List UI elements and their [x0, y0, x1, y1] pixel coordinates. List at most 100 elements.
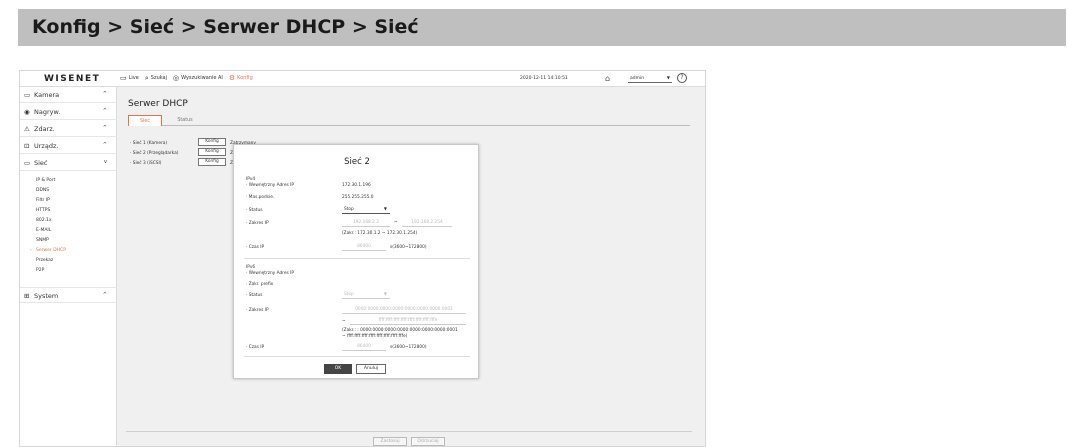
- ipv6-prefix-label: · Zakr. prefix: [246, 282, 274, 287]
- nav-search[interactable]: ⌕ Szukaj: [145, 74, 167, 81]
- network-1-config-button[interactable]: Konfig: [198, 138, 226, 146]
- ipv6-lease-input[interactable]: 86400: [342, 343, 386, 351]
- ipv4-mask-value: 255.255.255.0: [342, 195, 374, 200]
- sidebar-subitem[interactable]: IP & Port: [36, 178, 55, 183]
- network-3-label: · Sieć 3 (iSCSI): [130, 161, 162, 166]
- ipv4-lease-note: s(3600~172800): [390, 245, 427, 250]
- ipv4-section-label: IPv4: [246, 177, 256, 182]
- sidebar-item-camera[interactable]: ▭ Kamera ^: [20, 87, 117, 103]
- caret-down-icon: ▼: [383, 291, 387, 296]
- ipv4-mask-label: · Mas.podsie.: [246, 195, 275, 200]
- range-separator: ~: [342, 319, 346, 324]
- ipv6-range-note-2: ~ ffff:ffff:ffff:ffff:ffff:ffff:ffff:fff…: [342, 334, 408, 339]
- range-separator: ~: [394, 220, 398, 225]
- sidebar-subitem[interactable]: Przekaz: [36, 258, 53, 263]
- select-value: Stop: [344, 292, 354, 297]
- sidebar-item-network[interactable]: ▭ Sieć v: [20, 155, 117, 171]
- gear-icon: ⚙: [228, 73, 236, 82]
- device-icon: ⊡: [24, 142, 30, 150]
- notification-icon[interactable]: ⌂: [605, 74, 610, 83]
- caret-down-icon: ▼: [383, 206, 387, 211]
- network-icon: ▭: [24, 159, 31, 167]
- page-title: Serwer DHCP: [128, 99, 188, 109]
- ipv4-lease-input[interactable]: 86400: [342, 243, 386, 251]
- apply-button[interactable]: Zastosuj: [373, 437, 407, 446]
- nav-live[interactable]: ▭ Live: [120, 73, 139, 82]
- nav-config[interactable]: ⚙ Konfig: [228, 73, 253, 82]
- sidebar-item-recording[interactable]: ◉ Nagryw. ^: [20, 104, 117, 120]
- network-label: Sieć 3 (iSCSI): [132, 161, 162, 166]
- label-text: Zakres IP: [248, 221, 269, 226]
- event-icon: ⚠: [24, 125, 30, 133]
- label-text: Czas IP: [248, 345, 265, 350]
- sidebar-subitem[interactable]: E-MAIL: [36, 228, 51, 233]
- user-name: admin: [630, 76, 645, 81]
- label-text: Wewnętrzny Adres IP: [248, 271, 294, 276]
- sidebar-item-label: Nagryw.: [34, 108, 61, 116]
- sidebar-item-system[interactable]: ⊞ System ^: [20, 287, 117, 303]
- sidebar-item-event[interactable]: ⚠ Zdarz. ^: [20, 121, 117, 137]
- sidebar-item-label: Kamera: [34, 91, 60, 99]
- ipv6-range-to-input[interactable]: ffff:ffff:ffff:ffff:ffff:ffff:ffff:fffe: [350, 317, 466, 325]
- ipv4-range-to-input[interactable]: 192.168.2.254: [402, 219, 452, 227]
- ipv6-status-label: · Status: [246, 293, 263, 298]
- sidebar: ▭ Kamera ^ ◉ Nagryw. ^ ⚠ Zdarz. ^ ⊡ Urzą…: [20, 87, 117, 446]
- sidebar-subitem[interactable]: SNMP: [36, 238, 49, 243]
- datetime: 2020-12-11 14:10:51: [520, 76, 568, 81]
- ipv4-internal-ip-label: · Wewnętrzny Adres IP: [246, 183, 294, 188]
- ipv6-status-select[interactable]: Stop ▼: [342, 291, 390, 299]
- chevron-up-icon: ^: [102, 125, 107, 131]
- network-3-config-button[interactable]: Konfig: [198, 158, 226, 166]
- network-label: Sieć 1 (Kamera): [132, 141, 168, 146]
- label-text: Zakres IP: [248, 308, 269, 313]
- sidebar-subitem[interactable]: DDNS: [36, 188, 49, 193]
- record-icon: ◉: [24, 108, 30, 116]
- discard-button[interactable]: Odrzuciaj: [411, 437, 445, 446]
- label-text: Czas IP: [248, 245, 265, 250]
- network-2-label: · Sieć 2 (Przeglądarka): [130, 151, 179, 156]
- sidebar-item-label: Sieć: [34, 159, 48, 167]
- caret-down-icon: ▼: [666, 75, 670, 80]
- ipv4-range-label: · Zakres IP: [246, 221, 269, 226]
- wisenet-logo: WISENET: [44, 74, 101, 84]
- sidebar-subitem[interactable]: P2P: [36, 268, 44, 273]
- nvr-screenshot: WISENET ▭ Live ⌕ Szukaj ◎ Wyszukiwanie AI ⚙…: [19, 70, 706, 447]
- cancel-button[interactable]: Anuluj: [356, 364, 386, 374]
- ipv4-status-select[interactable]: Stop ▼: [342, 206, 390, 214]
- label-text: Status: [248, 293, 263, 298]
- top-bar: WISENET ▭ Live ⌕ Szukaj ◎ Wyszukiwanie AI ⚙…: [20, 71, 705, 87]
- monitor-icon: ▭: [120, 73, 127, 82]
- tab-status[interactable]: Status: [170, 115, 200, 126]
- page-heading-banner: Konfig > Sieć > Serwer DHCP > Sieć: [18, 9, 1066, 46]
- ipv4-range-from-input[interactable]: 192.168.2.2: [342, 219, 390, 227]
- sidebar-subitem[interactable]: 802.1x: [36, 218, 52, 223]
- ipv6-range-from-input[interactable]: 0000:0000:0000:0000:0000:0000:0000:0001: [342, 306, 466, 314]
- sidebar-subitem[interactable]: HTTPS: [36, 208, 50, 213]
- page-heading: Konfig > Sieć > Serwer DHCP > Sieć: [32, 16, 419, 38]
- footer-divider: [244, 356, 470, 357]
- chevron-up-icon: ^: [102, 142, 107, 148]
- active-marker-icon: ›: [30, 248, 32, 253]
- sidebar-subitem-dhcp[interactable]: Serwer DHCP: [36, 248, 66, 253]
- user-select[interactable]: admin ▼: [628, 74, 672, 83]
- label-text: Zakr. prefix: [248, 282, 274, 287]
- network-2-config-button[interactable]: Konfig: [198, 148, 226, 156]
- chevron-up-icon: ^: [102, 91, 107, 97]
- ipv4-internal-ip-value: 172.30.1.196: [342, 183, 371, 188]
- system-icon: ⊞: [24, 292, 30, 300]
- ipv6-range-label: · Zakres IP: [246, 308, 269, 313]
- ipv6-lease-note: s(3600~172800): [390, 345, 427, 350]
- label-text: Mas.podsie.: [248, 195, 275, 200]
- nav-config-label: Konfig: [237, 75, 253, 81]
- nav-ai-search[interactable]: ◎ Wyszukiwanie AI: [173, 73, 223, 82]
- sidebar-subitem[interactable]: Filtr IP: [36, 198, 50, 203]
- ipv6-range-note-1: (Zakr.: : 0000:0000:0000:0000:0000:0000:…: [342, 328, 458, 333]
- sidebar-item-device[interactable]: ⊡ Urządz. ^: [20, 138, 117, 154]
- ok-button[interactable]: OK: [324, 364, 352, 374]
- help-icon[interactable]: ?: [677, 73, 687, 83]
- nav-live-label: Live: [128, 75, 139, 81]
- select-value: Stop: [344, 207, 354, 212]
- network-label: Sieć 2 (Przeglądarka): [132, 151, 179, 156]
- tab-network[interactable]: Sieć: [128, 115, 162, 126]
- ai-search-icon: ◎: [173, 73, 180, 82]
